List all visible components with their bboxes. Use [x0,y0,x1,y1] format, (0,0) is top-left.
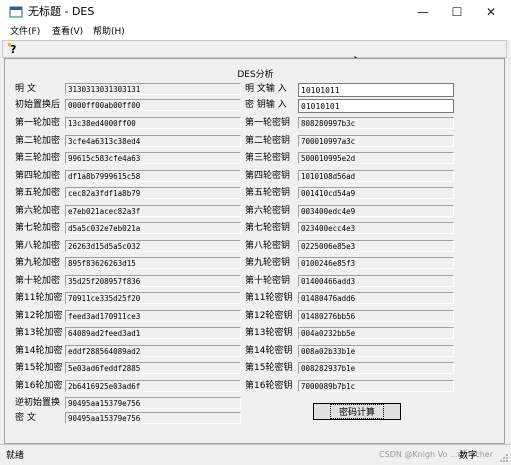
initial-perm-label: 初始置换后 [15,100,61,110]
title-bar: 无标题 - DES — ☐ ✕ [0,0,511,24]
round-key-value-13: 004a0232bb5e [298,327,454,339]
round-cipher-label-9: 第九轮加密 [15,258,61,268]
status-bar: 就绪 CSDN @Knigh Vo ...umacher 数字 [0,444,511,465]
round-cipher-value-8: 26263d15d5a5c032 [65,239,241,252]
round-cipher-value-7: d5a5c032e7eb021a [65,222,241,234]
menu-view[interactable]: 查看(V) [52,26,83,38]
round-key-value-7: 023400ecc4e3 [298,222,454,234]
round-key-label-15: 第15轮密钥 [245,363,293,373]
menu-bar: 文件(F) 查看(V) 帮助(H) [0,24,511,40]
round-key-value-1: 808280997b3c [298,117,454,129]
round-key-label-13: 第13轮密钥 [245,328,293,338]
round-key-label-10: 第十轮密钥 [245,275,291,286]
round-key-label-3: 第三轮密钥 [245,153,291,163]
round-key-value-3: 500010995e2d [298,152,454,164]
des-dialog: DES分析 明 文 3130313031303131 初始置换后 0000ff0… [4,58,505,444]
round-key-label-9: 第九轮密钥 [245,258,291,268]
round-key-label-1: 第一轮密钥 [245,118,291,128]
round-cipher-label-7: 第七轮加密 [15,223,61,233]
round-cipher-label-15: 第15轮加密 [15,363,63,373]
app-icon [9,6,23,18]
round-cipher-value-15: 5e03ad6feddf2885 [65,362,241,374]
round-cipher-label-8: 第八轮加密 [15,240,61,251]
round-cipher-value-1: 13c38ed4000ff00 [65,117,241,129]
round-cipher-label-12: 第12轮加密 [15,310,63,321]
round-cipher-label-13: 第13轮加密 [15,328,63,338]
round-key-value-16: 7000089b7b1c [298,379,454,392]
round-cipher-value-10: 35d25f208957f836 [65,274,241,287]
round-key-label-6: 第六轮密钥 [245,205,291,216]
plaintext-label: 明 文 [15,84,36,94]
dialog-title: DES分析 [237,70,274,80]
round-cipher-value-5: cec82a3fdf1a8b79 [65,187,241,199]
round-cipher-label-1: 第一轮加密 [15,118,61,128]
round-key-value-11: 01480476add6 [298,292,454,304]
round-key-value-4: 1010108d56ad [298,169,454,182]
round-key-value-12: 01480276bb56 [298,309,454,322]
round-cipher-value-3: 99615c583cfe4a63 [65,152,241,164]
round-cipher-label-10: 第十轮加密 [15,275,61,286]
round-cipher-value-2: 3cfe4a6313c38ed4 [65,134,241,147]
plaintext-value: 3130313031303131 [65,83,241,95]
round-cipher-label-4: 第四轮加密 [15,170,61,181]
round-key-value-2: 700010997a3c [298,134,454,147]
round-cipher-value-16: 2b6416925e03ad6f [65,379,241,392]
round-key-value-15: 008282937b1e [298,362,454,374]
ciphertext-label: 密 文 [15,413,36,423]
menu-help[interactable]: 帮助(H) [93,26,125,38]
round-cipher-value-13: 64089ad2feed3ad1 [65,327,241,339]
round-cipher-label-2: 第二轮加密 [15,135,61,146]
round-key-value-10: 01400466add3 [298,274,454,287]
round-key-label-2: 第二轮密钥 [245,135,291,146]
minimize-button[interactable]: — [406,0,440,24]
round-cipher-value-6: e7eb021acec82a3f [65,204,241,217]
round-cipher-label-14: 第14轮加密 [15,345,63,356]
round-key-label-11: 第11轮密钥 [245,293,293,303]
maximize-button[interactable]: ☐ [440,0,474,24]
round-cipher-value-4: df1a8b7999615c58 [65,169,241,182]
round-key-value-5: 001410cd54a9 [298,187,454,199]
key-input[interactable] [298,99,454,113]
round-cipher-label-11: 第11轮加密 [15,293,63,303]
round-cipher-label-3: 第三轮加密 [15,153,61,163]
round-key-label-4: 第四轮密钥 [245,170,291,181]
status-text: 就绪 [6,451,25,461]
initial-perm-value: 0000ff00ab00ff00 [65,99,241,111]
status-indicator: 数字 [458,451,477,461]
final-perm-value: 90495aa15379e756 [65,397,241,409]
compute-button-label: 密码计算 [329,404,384,419]
window-title: 无标题 - DES [28,5,95,18]
round-cipher-label-6: 第六轮加密 [15,205,61,216]
menu-file[interactable]: 文件(F) [10,26,40,38]
close-button[interactable]: ✕ [474,0,508,24]
round-key-label-16: 第16轮密钥 [245,380,293,391]
round-key-value-6: 003400edc4e9 [298,204,454,217]
toolbar: ? [2,40,507,58]
plain-input-label: 明 文输 入 [245,84,287,94]
final-perm-label: 逆初始置换 [15,398,61,408]
round-key-value-9: 0100246e85f3 [298,257,454,269]
compute-button[interactable]: 密码计算 [313,403,401,420]
round-key-label-12: 第12轮密钥 [245,310,293,321]
resize-grip-icon[interactable] [499,453,509,463]
round-cipher-value-14: eddf288564089ad2 [65,344,241,357]
help-icon[interactable]: ? [6,42,20,56]
round-key-label-7: 第七轮密钥 [245,223,291,233]
ciphertext-value: 90495aa15379e756 [65,412,241,424]
round-cipher-label-5: 第五轮加密 [15,188,61,198]
round-cipher-value-12: feed3ad170911ce3 [65,309,241,322]
round-key-label-5: 第五轮密钥 [245,188,291,198]
round-key-label-8: 第八轮密钥 [245,240,291,251]
round-key-label-14: 第14轮密钥 [245,345,293,356]
round-cipher-value-9: 895f83626263d15 [65,257,241,269]
plaintext-input[interactable] [298,83,454,97]
round-cipher-label-16: 第16轮加密 [15,380,63,391]
round-cipher-value-11: 70911ce335d25f20 [65,292,241,304]
round-key-value-14: 008a02b33b1e [298,344,454,357]
key-input-label: 密 钥输 入 [245,100,287,110]
round-key-value-8: 0225006e85e3 [298,239,454,252]
